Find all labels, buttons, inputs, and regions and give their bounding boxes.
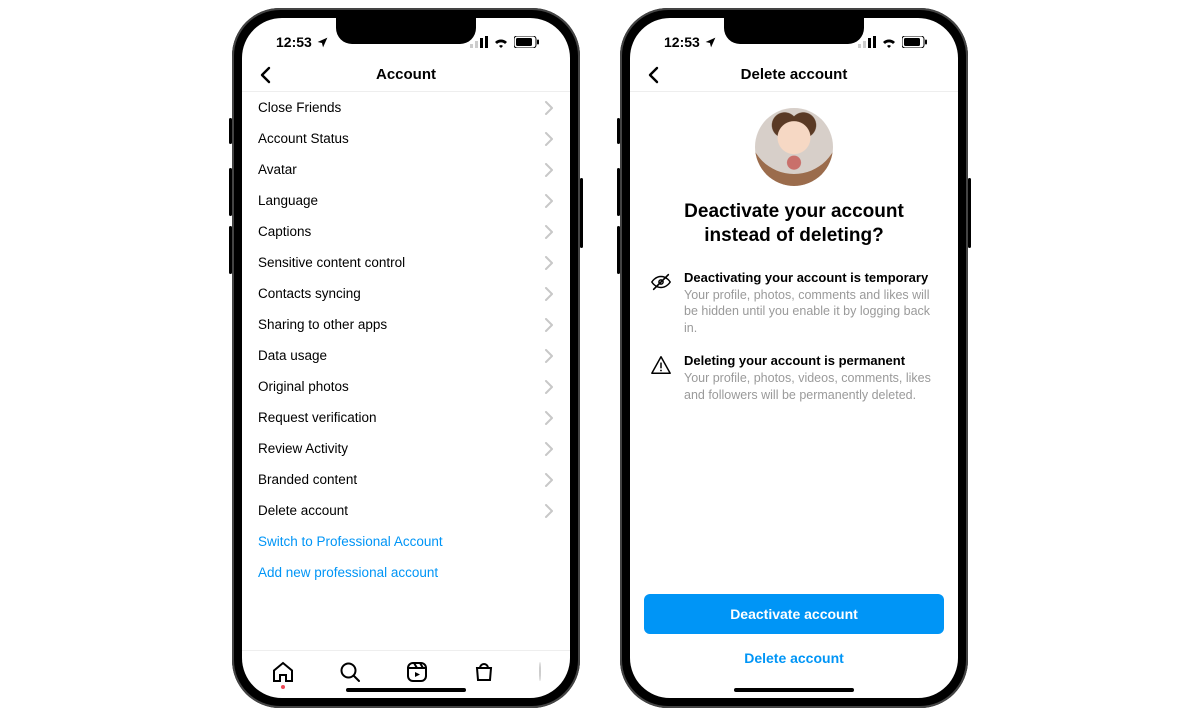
settings-list[interactable]: Close Friends Account Status Avatar Languag… <box>242 92 570 650</box>
chevron-right-icon <box>544 194 554 208</box>
settings-row[interactable]: Review Activity <box>242 433 570 464</box>
back-button[interactable] <box>642 63 666 87</box>
settings-row-label: Branded content <box>258 472 357 487</box>
cellular-icon <box>470 36 488 48</box>
info-desc: Your profile, photos, videos, comments, … <box>684 370 938 404</box>
settings-row[interactable]: Avatar <box>242 154 570 185</box>
settings-row[interactable]: Request verification <box>242 402 570 433</box>
battery-icon <box>514 36 540 48</box>
avatar-icon <box>539 662 541 681</box>
wifi-icon <box>493 36 509 48</box>
settings-row[interactable]: Close Friends <box>242 92 570 123</box>
chevron-right-icon <box>544 256 554 270</box>
avatar <box>755 108 833 186</box>
location-arrow-icon <box>316 36 329 49</box>
tab-search[interactable] <box>338 660 362 684</box>
chevron-right-icon <box>544 411 554 425</box>
delete-heading: Deactivate your account instead of delet… <box>630 200 958 264</box>
home-indicator <box>346 688 466 692</box>
info-title: Deleting your account is permanent <box>684 353 938 368</box>
info-deactivate: Deactivating your account is temporary Y… <box>630 264 958 348</box>
chevron-right-icon <box>544 225 554 239</box>
settings-row[interactable]: Data usage <box>242 340 570 371</box>
search-icon <box>338 660 362 684</box>
settings-link[interactable]: Add new professional account <box>242 557 570 588</box>
status-time: 12:53 <box>664 34 700 50</box>
settings-row-label: Account Status <box>258 131 349 146</box>
settings-row-label: Request verification <box>258 410 377 425</box>
chevron-right-icon <box>544 504 554 518</box>
chevron-right-icon <box>544 473 554 487</box>
phone-right: 12:53 Delete account Deactivate your acc… <box>620 8 968 708</box>
tab-shop[interactable] <box>472 660 496 684</box>
tab-reels[interactable] <box>405 660 429 684</box>
chevron-right-icon <box>544 349 554 363</box>
notification-dot <box>281 685 285 689</box>
settings-row-label: Close Friends <box>258 100 341 115</box>
deactivate-button[interactable]: Deactivate account <box>644 594 944 634</box>
info-title: Deactivating your account is temporary <box>684 270 938 285</box>
settings-row[interactable]: Captions <box>242 216 570 247</box>
chevron-right-icon <box>544 380 554 394</box>
tab-home[interactable] <box>271 660 295 684</box>
settings-row-label: Data usage <box>258 348 327 363</box>
settings-row[interactable]: Branded content <box>242 464 570 495</box>
settings-row-label: Contacts syncing <box>258 286 361 301</box>
chevron-right-icon <box>544 442 554 456</box>
settings-row[interactable]: Original photos <box>242 371 570 402</box>
settings-row[interactable]: Delete account <box>242 495 570 526</box>
settings-row[interactable]: Language <box>242 185 570 216</box>
settings-row-label: Captions <box>258 224 311 239</box>
phone-left: 12:53 Account Close Friends Account Statu… <box>232 8 580 708</box>
nav-header: Account <box>242 58 570 92</box>
back-button[interactable] <box>254 63 278 87</box>
chevron-right-icon <box>544 101 554 115</box>
home-indicator <box>734 688 854 692</box>
chevron-left-icon <box>642 63 666 87</box>
cellular-icon <box>858 36 876 48</box>
settings-row[interactable]: Sensitive content control <box>242 247 570 278</box>
settings-row[interactable]: Contacts syncing <box>242 278 570 309</box>
settings-row-label: Sharing to other apps <box>258 317 387 332</box>
battery-icon <box>902 36 928 48</box>
settings-row-label: Review Activity <box>258 441 348 456</box>
settings-row-label: Sensitive content control <box>258 255 405 270</box>
settings-row-label: Language <box>258 193 318 208</box>
notch <box>724 18 864 44</box>
tab-profile[interactable] <box>539 663 541 681</box>
eye-off-icon <box>650 271 672 293</box>
chevron-left-icon <box>254 63 278 87</box>
chevron-right-icon <box>544 287 554 301</box>
warning-icon <box>650 354 672 376</box>
location-arrow-icon <box>704 36 717 49</box>
settings-row[interactable]: Sharing to other apps <box>242 309 570 340</box>
delete-button[interactable]: Delete account <box>644 638 944 678</box>
settings-row-label: Delete account <box>258 503 348 518</box>
reels-icon <box>405 660 429 684</box>
page-title: Account <box>376 66 436 83</box>
chevron-right-icon <box>544 318 554 332</box>
bottom-actions: Deactivate account Delete account <box>630 594 958 698</box>
home-icon <box>271 660 295 684</box>
status-time: 12:53 <box>276 34 312 50</box>
info-delete: Deleting your account is permanent Your … <box>630 347 958 414</box>
wifi-icon <box>881 36 897 48</box>
info-desc: Your profile, photos, comments and likes… <box>684 287 938 338</box>
chevron-right-icon <box>544 132 554 146</box>
settings-row-label: Original photos <box>258 379 349 394</box>
nav-header: Delete account <box>630 58 958 92</box>
settings-row[interactable]: Account Status <box>242 123 570 154</box>
settings-link[interactable]: Switch to Professional Account <box>242 526 570 557</box>
chevron-right-icon <box>544 163 554 177</box>
page-title: Delete account <box>741 66 848 83</box>
settings-row-label: Avatar <box>258 162 297 177</box>
shop-icon <box>472 660 496 684</box>
notch <box>336 18 476 44</box>
